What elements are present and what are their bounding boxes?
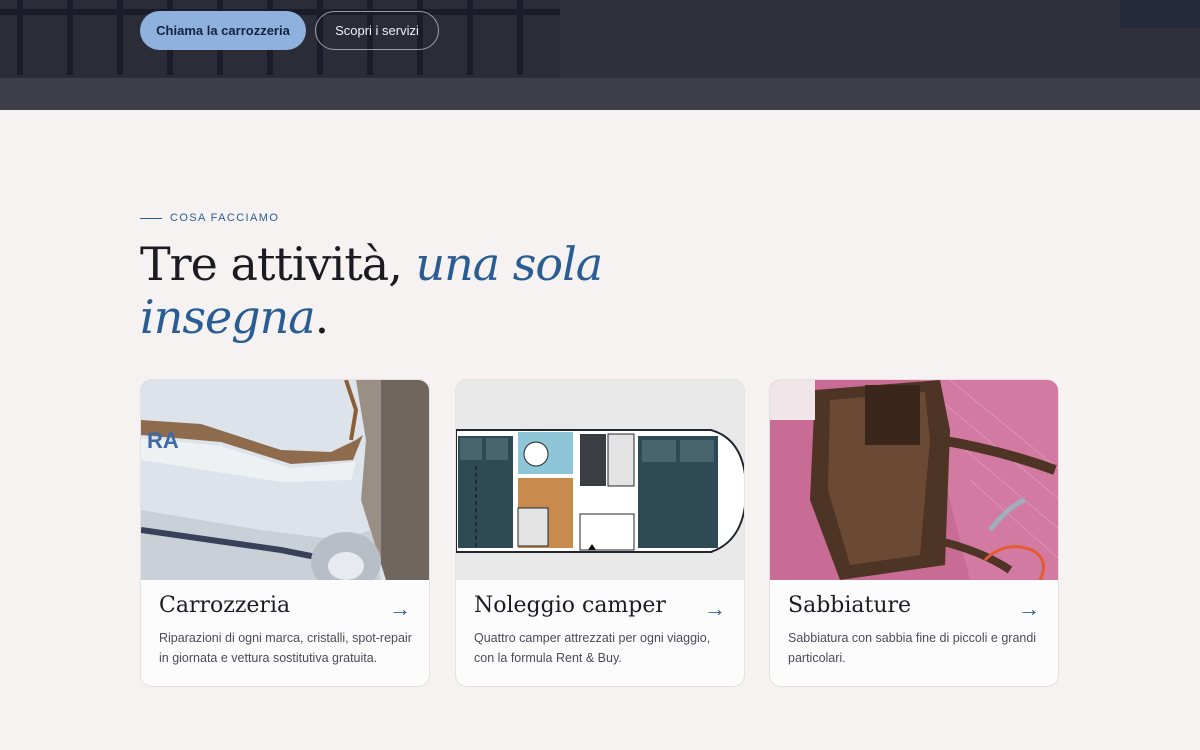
damaged-vehicle-photo: RA [141, 380, 429, 580]
card-description: Riparazioni di ogni marca, cristalli, sp… [159, 631, 412, 665]
arrow-right-icon[interactable]: → [1018, 596, 1040, 622]
discover-services-button[interactable]: Scopri i servizi [315, 11, 439, 50]
arrow-right-icon[interactable]: → [389, 596, 411, 622]
svg-text:RA: RA [147, 428, 179, 453]
service-card-bodyshop[interactable]: RA Carrozzeria → Riparazioni di ogni mar… [140, 379, 430, 687]
call-bodyshop-button[interactable]: Chiama la carrozzeria [140, 11, 306, 50]
hero-banner: Chiama la carrozzeria Scopri i servizi [0, 0, 1200, 110]
eyebrow-label: COSA FACCIAMO [170, 212, 280, 224]
arrow-right-icon[interactable]: → [704, 596, 726, 622]
card-title: Sabbiature [788, 593, 912, 618]
card-description: Quattro camper attrezzati per ogni viagg… [474, 631, 711, 665]
section-headline: Tre attività, una sola insegna. [140, 238, 660, 344]
headline-text: Tre attività, [140, 237, 416, 291]
section-eyebrow: COSA FACCIAMO [140, 212, 279, 224]
card-title: Carrozzeria [159, 593, 291, 618]
card-title: Noleggio camper [474, 593, 666, 618]
sandblasted-furniture-photo [770, 380, 1058, 580]
camper-floorplan-photo [456, 380, 744, 580]
service-card-camper-rental[interactable]: Noleggio camper → Quattro camper attrezz… [455, 379, 745, 687]
headline-period: . [314, 290, 330, 344]
card-description: Sabbiatura con sabbia fine di piccoli e … [788, 631, 1037, 665]
eyebrow-line [140, 217, 162, 219]
service-card-sandblasting[interactable]: Sabbiature → Sabbiatura con sabbia fine … [769, 379, 1059, 687]
